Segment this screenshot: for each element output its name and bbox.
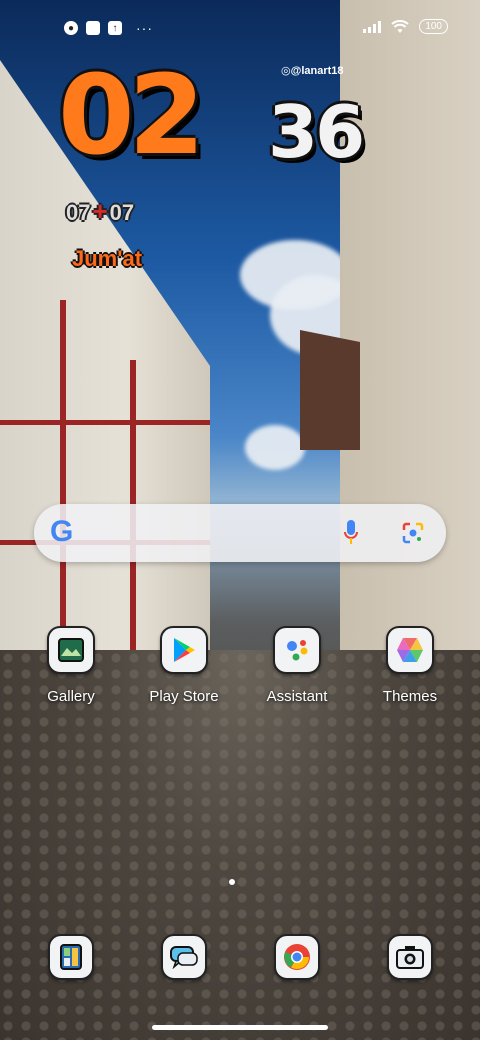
app-themes[interactable]: Themes [360,626,460,705]
mic-icon[interactable] [344,520,358,546]
status-bar: ● ↑ ··· 100 [0,0,480,56]
camera-icon [387,934,433,980]
google-logo-icon: G [50,515,74,548]
play-store-icon [160,626,208,674]
calculator-icon [48,934,94,980]
app-gallery[interactable]: Gallery [21,626,121,705]
app-label: Themes [382,688,438,705]
dock-camera[interactable] [360,934,460,980]
notification-upload-icon: ↑ [108,21,122,35]
google-search-bar[interactable]: G [34,504,446,562]
page-indicator[interactable] [229,879,235,885]
clock-date[interactable]: 07+07 [66,196,134,227]
app-label: Play Store [149,688,219,705]
notification-app-icon: ● [64,21,78,35]
widget-credit: ◎@lanart18 [281,65,344,77]
app-label: Assistant [266,688,328,705]
dock-chrome[interactable] [247,934,347,980]
themes-icon [386,626,434,674]
notification-square-icon [86,21,100,35]
app-play-store[interactable]: Play Store [134,626,234,705]
overflow-dots: ··· [136,20,153,36]
gallery-icon [47,626,95,674]
dock-calculator[interactable] [21,934,121,980]
dock-messages[interactable] [134,934,234,980]
lens-icon[interactable] [402,522,424,544]
chrome-icon [274,934,320,980]
clock-day[interactable]: Jum'at [72,246,142,272]
signal-icon [363,20,382,33]
assistant-icon [273,626,321,674]
battery-indicator: 100 [419,19,448,34]
instagram-icon: ◎ [281,65,291,77]
home-gesture-bar[interactable] [152,1025,328,1030]
app-assistant[interactable]: Assistant [247,626,347,705]
wifi-icon [391,19,409,33]
clock-hour[interactable]: 02 [58,60,205,170]
clock-minute[interactable]: 36 [268,96,365,168]
app-label: Gallery [47,688,95,705]
cobblestone-street [0,650,480,1040]
messages-icon [161,934,207,980]
